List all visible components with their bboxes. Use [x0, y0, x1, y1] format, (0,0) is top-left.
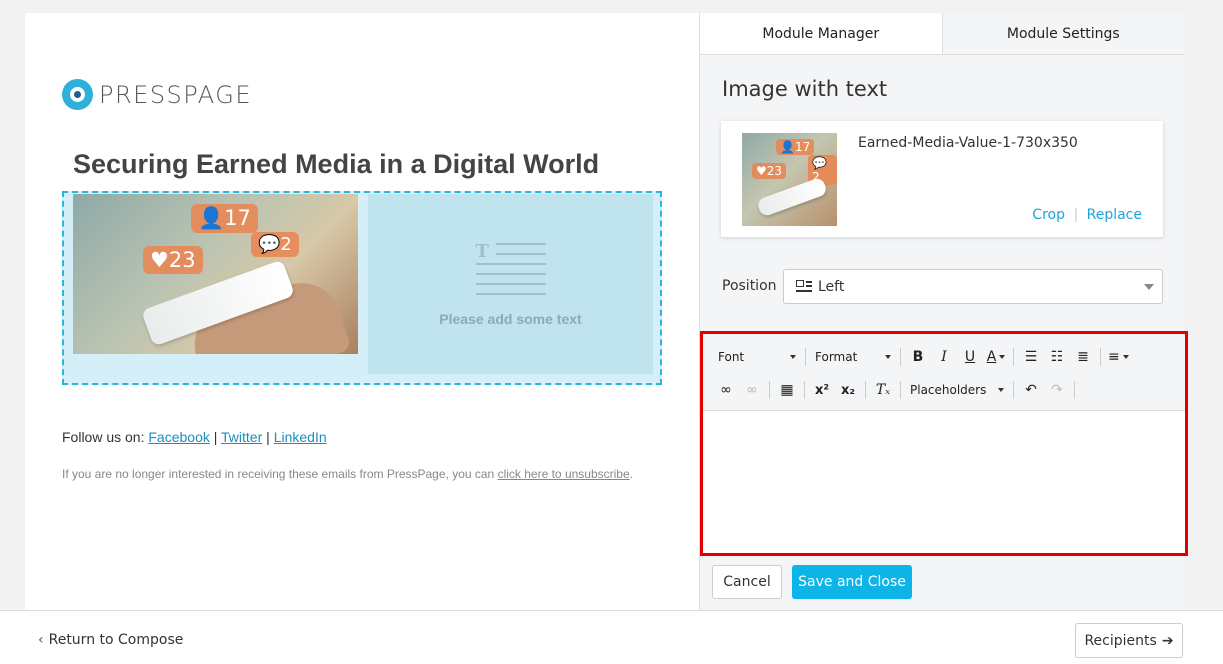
- tab-module-manager[interactable]: Module Manager: [700, 13, 942, 54]
- undo-icon[interactable]: ↶: [1018, 377, 1044, 403]
- chevron-left-icon: ‹: [38, 632, 44, 648]
- text-placeholder: Please add some text: [439, 311, 582, 327]
- linkedin-link[interactable]: LinkedIn: [274, 429, 327, 445]
- crop-link[interactable]: Crop: [1032, 207, 1065, 223]
- chevron-down-icon: [1122, 355, 1129, 359]
- position-value: Left: [818, 278, 845, 295]
- align-left-icon: ≡: [1108, 349, 1120, 365]
- chevron-down-icon: [790, 355, 796, 359]
- module-image[interactable]: 👤17 ♥23 💬2: [73, 194, 358, 354]
- follow-us-line: Follow us on: Facebook | Twitter | Linke…: [62, 429, 327, 445]
- logo-text: PRESSPAGE: [99, 80, 252, 109]
- settings-panel: Module Manager Module Settings Image wit…: [699, 13, 1188, 610]
- font-dropdown[interactable]: Font: [713, 344, 801, 370]
- presspage-logo-icon: [62, 79, 93, 110]
- twitter-link[interactable]: Twitter: [221, 429, 262, 445]
- image-filename: Earned-Media-Value-1-730x350: [858, 135, 1078, 151]
- thumb-likes-badge: ♥23: [752, 163, 787, 179]
- footer-bar: ‹ Return to Compose Recipients ➔: [0, 610, 1223, 664]
- chevron-down-icon: [998, 388, 1004, 392]
- position-select[interactable]: Left: [783, 269, 1163, 304]
- panel-tabs: Module Manager Module Settings: [700, 13, 1184, 55]
- text-color-button[interactable]: A: [983, 344, 1009, 370]
- horizontal-rule-icon[interactable]: ≣: [1070, 344, 1096, 370]
- italic-button[interactable]: I: [931, 344, 957, 370]
- presspage-logo: PRESSPAGE: [62, 79, 252, 110]
- numbered-list-icon[interactable]: ☷: [1044, 344, 1070, 370]
- underline-button[interactable]: U: [957, 344, 983, 370]
- position-label: Position: [722, 278, 777, 294]
- image-card: 👤17 ♥23 💬2 Earned-Media-Value-1-730x350 …: [721, 121, 1163, 237]
- bulleted-list-icon[interactable]: ☰: [1018, 344, 1044, 370]
- image-actions: Crop | Replace: [1032, 207, 1142, 223]
- toolbar-row-1: Font Format B I U A ☰ ☷ ≣ ≡: [713, 344, 1132, 370]
- user-icon: 👤: [198, 206, 225, 230]
- chevron-down-icon: [999, 355, 1006, 359]
- superscript-icon[interactable]: x²: [809, 377, 835, 403]
- comment-icon: 💬: [258, 234, 281, 255]
- arrow-right-icon: ➔: [1161, 632, 1174, 649]
- redo-icon[interactable]: ↷: [1044, 377, 1070, 403]
- followers-badge: 👤17: [191, 204, 258, 233]
- cancel-button[interactable]: Cancel: [712, 565, 782, 599]
- recipients-button[interactable]: Recipients ➔: [1075, 623, 1183, 658]
- chevron-down-icon: [885, 355, 891, 359]
- unlink-icon[interactable]: ∞: [739, 377, 765, 403]
- image-with-text-module[interactable]: 👤17 ♥23 💬2 T Please add some text: [62, 191, 662, 385]
- subscript-icon[interactable]: x₂: [835, 377, 861, 403]
- return-to-compose-link[interactable]: ‹ Return to Compose: [38, 632, 183, 648]
- unsubscribe-link[interactable]: click here to unsubscribe: [498, 467, 630, 481]
- save-and-close-button[interactable]: Save and Close: [792, 565, 912, 599]
- email-title: Securing Earned Media in a Digital World: [73, 149, 600, 179]
- table-icon[interactable]: ▦: [774, 377, 800, 403]
- link-icon[interactable]: ∞: [713, 377, 739, 403]
- rich-text-editor: Font Format B I U A ☰ ☷ ≣ ≡ ∞ ∞ ▦ x² x₂ …: [700, 331, 1188, 556]
- align-dropdown[interactable]: ≡: [1105, 344, 1132, 370]
- image-left-icon: [796, 280, 812, 293]
- thumb-phone-shape: [756, 176, 828, 218]
- replace-link[interactable]: Replace: [1087, 207, 1142, 223]
- likes-badge: ♥23: [143, 246, 203, 274]
- placeholders-dropdown[interactable]: Placeholders: [905, 377, 1009, 403]
- text-color-icon: A: [986, 349, 997, 365]
- editor-content-area[interactable]: [703, 411, 1185, 551]
- thumb-followers-badge: 👤17: [776, 139, 815, 155]
- editor-toolbar: Font Format B I U A ☰ ☷ ≣ ≡ ∞ ∞ ▦ x² x₂ …: [703, 334, 1185, 411]
- unsubscribe-line: If you are no longer interested in recei…: [62, 467, 633, 481]
- chevron-down-icon: [1144, 284, 1154, 290]
- heart-icon: ♥: [150, 248, 169, 272]
- remove-format-icon[interactable]: Tₓ: [870, 377, 896, 403]
- tab-module-settings[interactable]: Module Settings: [941, 13, 1184, 54]
- image-thumbnail: 👤17 ♥23 💬2: [742, 133, 837, 226]
- format-dropdown[interactable]: Format: [810, 344, 896, 370]
- bold-button[interactable]: B: [905, 344, 931, 370]
- toolbar-row-2: ∞ ∞ ▦ x² x₂ Tₓ Placeholders ↶ ↷: [713, 377, 1079, 403]
- module-text-area[interactable]: T Please add some text: [368, 194, 653, 374]
- panel-title: Image with text: [722, 77, 888, 101]
- text-placeholder-icon: T: [475, 241, 546, 301]
- email-preview: PRESSPAGE Securing Earned Media in a Dig…: [25, 13, 699, 610]
- facebook-link[interactable]: Facebook: [148, 429, 209, 445]
- comments-badge: 💬2: [251, 232, 299, 257]
